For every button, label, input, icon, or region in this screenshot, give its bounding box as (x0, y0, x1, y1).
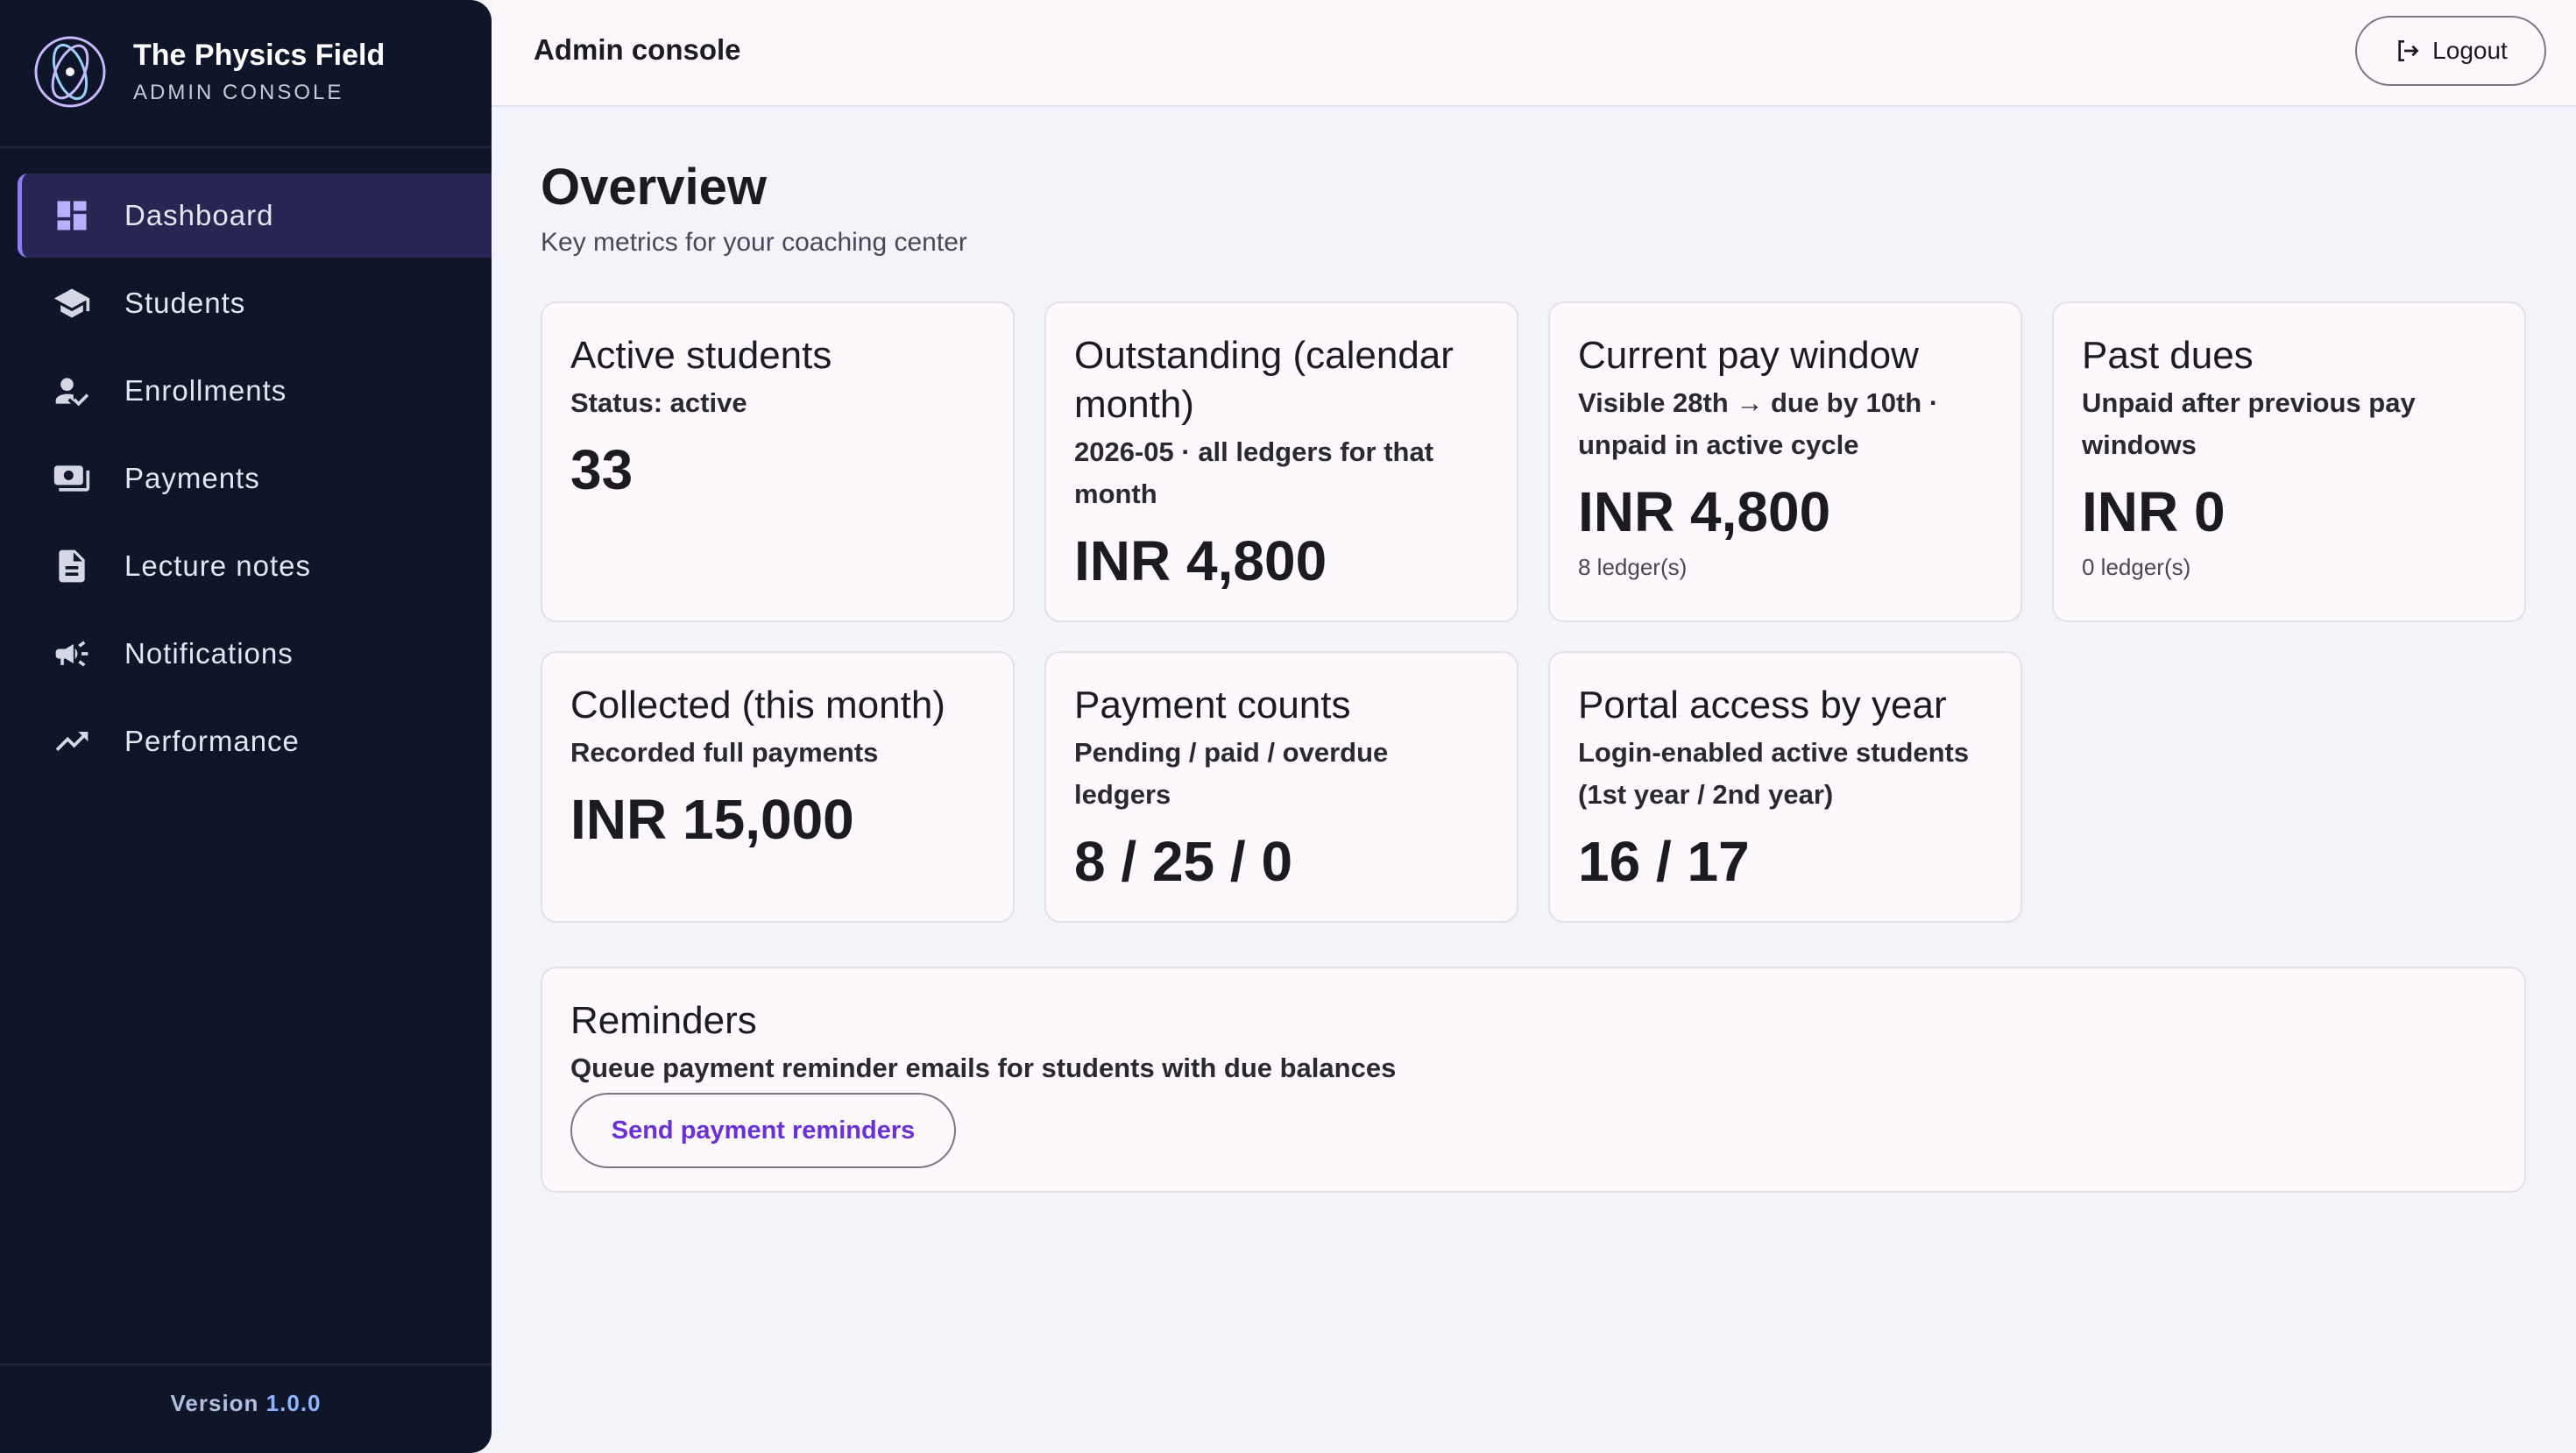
sidebar-item-label: Dashboard (124, 199, 274, 231)
sidebar-item-label: Lecture notes (124, 549, 311, 582)
page-subtitle: Key metrics for your coaching center (541, 228, 967, 257)
sidebar-item-label: Students (124, 287, 246, 319)
graduation-cap-icon (53, 284, 91, 322)
sidebar-item-notifications[interactable]: Notifications (18, 612, 492, 696)
card-value: INR 4,800 (1074, 529, 1327, 592)
card-title: Collected (this month) (570, 684, 945, 726)
trending-up-icon (53, 722, 91, 761)
card-footnote: 0 ledger(s) (2082, 554, 2191, 580)
version-number: 1.0.0 (265, 1390, 322, 1416)
brand-title: The Physics Field (133, 39, 386, 72)
card-value: INR 15,000 (570, 788, 854, 851)
card-description: Recorded full payments (570, 737, 879, 768)
card-outstanding: Outstanding (calendar month) 2026-05 · a… (1044, 301, 1518, 622)
sidebar-item-enrollments[interactable]: Enrollments (18, 349, 492, 433)
card-description: Pending / paid / overdue ledgers (1074, 737, 1389, 810)
version-text: Version (170, 1390, 259, 1416)
card-title: Payment counts (1074, 684, 1351, 726)
logout-label: Logout (2432, 37, 2508, 64)
card-title: Past dues (2082, 334, 2254, 377)
sidebar-item-label: Notifications (124, 637, 294, 670)
page-header-title: Admin console (534, 33, 741, 66)
person-check-icon (53, 372, 91, 410)
card-value: INR 0 (2082, 480, 2226, 543)
card-reminders: Reminders Queue payment reminder emails … (541, 967, 2526, 1193)
send-payment-reminders-button[interactable]: Send payment reminders (570, 1093, 956, 1168)
sidebar-item-payments[interactable]: Payments (18, 436, 492, 521)
card-title: Reminders (570, 999, 757, 1042)
sidebar-item-label: Payments (124, 462, 260, 494)
card-title: Portal access by year (1578, 684, 1947, 726)
card-collected: Collected (this month) Recorded full pay… (541, 651, 1015, 923)
sidebar-item-label: Performance (124, 725, 300, 757)
sidebar-item-dashboard[interactable]: Dashboard (18, 174, 492, 258)
sidebar-item-label: Enrollments (124, 374, 287, 407)
cash-icon (53, 459, 91, 498)
brand-subtitle: ADMIN CONSOLE (133, 81, 344, 104)
card-active-students: Active students Status: active 33 (541, 301, 1015, 622)
card-value: 8 / 25 / 0 (1074, 830, 1293, 893)
card-title: Outstanding (calendar month) (1074, 334, 1454, 426)
card-title: Active students (570, 334, 832, 377)
card-description: Login-enabled active students (1st year … (1578, 737, 1970, 810)
card-value: INR 4,800 (1578, 480, 1831, 543)
card-past-dues: Past dues Unpaid after previous pay wind… (2052, 301, 2526, 622)
card-value: 16 / 17 (1578, 830, 1750, 893)
sidebar-item-performance[interactable]: Performance (18, 699, 492, 783)
sidebar-item-lecture-notes[interactable]: Lecture notes (18, 524, 492, 608)
topbar: Admin console Logout (492, 0, 2576, 107)
megaphone-icon (53, 634, 91, 673)
card-payment-counts: Payment counts Pending / paid / overdue … (1044, 651, 1518, 923)
card-description: Visible 28th → due by 10th · unpaid in a… (1578, 387, 1939, 460)
card-footnote: 8 ledger(s) (1578, 554, 1688, 580)
card-description: Unpaid after previous pay windows (2082, 387, 2416, 460)
card-portal-access: Portal access by year Login-enabled acti… (1548, 651, 2022, 923)
sidebar-divider-top (0, 146, 492, 148)
logout-button[interactable]: Logout (2355, 16, 2546, 86)
sidebar-nav: Dashboard Students Enrollments Payments … (18, 174, 492, 787)
dashboard-icon (53, 196, 91, 235)
card-description: Queue payment reminder emails for studen… (570, 1053, 1397, 1083)
version-label: Version 1.0.0 (0, 1390, 492, 1417)
page-title: Overview (541, 159, 767, 216)
sidebar-divider-bottom (0, 1364, 492, 1365)
card-description: 2026-05 · all ledgers for that month (1074, 436, 1434, 509)
logout-icon (2398, 40, 2419, 61)
card-description: Status: active (570, 387, 747, 418)
document-icon (53, 547, 91, 585)
card-title: Current pay window (1578, 334, 1919, 377)
atom-icon (34, 36, 106, 108)
sidebar: The Physics Field ADMIN CONSOLE Dashboar… (0, 0, 492, 1453)
card-current-pay-window: Current pay window Visible 28th → due by… (1548, 301, 2022, 622)
sidebar-item-students[interactable]: Students (18, 261, 492, 345)
brand[interactable]: The Physics Field ADMIN CONSOLE (33, 35, 385, 109)
card-value: 33 (570, 438, 633, 501)
